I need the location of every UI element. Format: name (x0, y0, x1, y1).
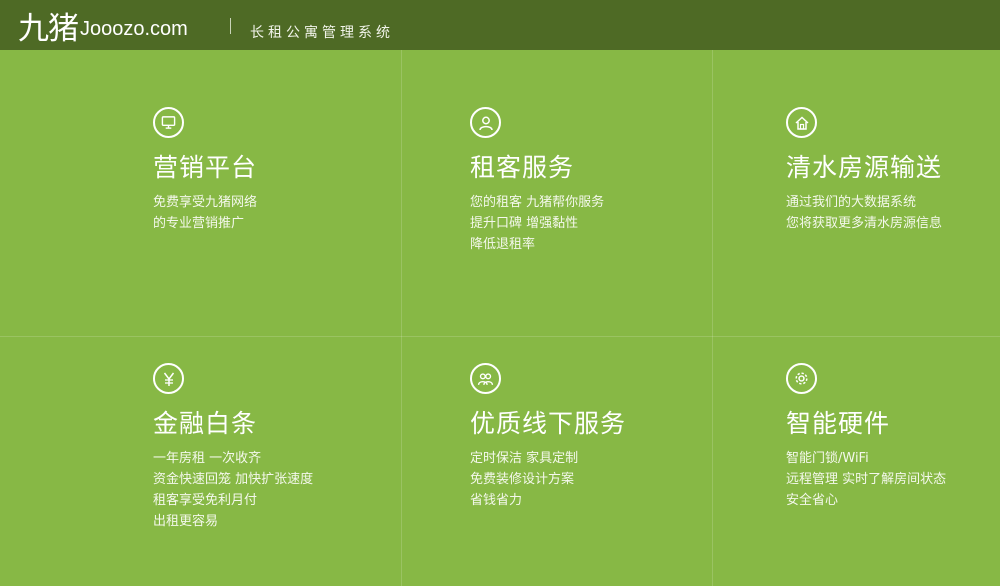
feature-line: 省钱省力 (470, 493, 523, 508)
gear-icon (786, 363, 817, 394)
brand-logo[interactable]: 九猪 Jooozo.com (18, 0, 188, 50)
feature-line: 安全省心 (786, 493, 839, 508)
feature-line: 一年房租 一次收齐 (153, 451, 262, 466)
feature-title: 租客服务 (470, 153, 575, 182)
feature-card-property-supply: 清水房源输送 通过我们的大数据系统 您将获取更多清水房源信息 (786, 107, 942, 234)
feature-description: 智能门锁/WiFi 远程管理 实时了解房间状态 安全省心 (786, 448, 946, 511)
feature-line: 出租更容易 (153, 514, 219, 529)
yen-icon (153, 363, 184, 394)
feature-title: 金融白条 (153, 409, 258, 438)
feature-line: 提升口碑 增强黏性 (470, 216, 579, 231)
grid-divider (712, 50, 713, 586)
feature-card-tenant-service: 租客服务 您的租客 九猪帮你服务 提升口碑 增强黏性 降低退租率 (470, 107, 604, 255)
grid-divider (401, 50, 402, 586)
user-icon (470, 107, 501, 138)
logo-chinese-text: 九猪 (18, 10, 79, 47)
system-subtitle: 长租公寓管理系统 (250, 25, 394, 41)
feature-line: 降低退租率 (470, 237, 536, 252)
feature-title: 清水房源输送 (786, 153, 943, 182)
grid-divider (0, 336, 1000, 337)
feature-line: 远程管理 实时了解房间状态 (786, 472, 947, 487)
feature-description: 您的租客 九猪帮你服务 提升口碑 增强黏性 降低退租率 (470, 192, 604, 255)
feature-line: 通过我们的大数据系统 (786, 195, 917, 210)
feature-line: 您将获取更多清水房源信息 (786, 216, 943, 231)
house-icon (786, 107, 817, 138)
feature-line: 定时保洁 家具定制 (470, 451, 579, 466)
feature-line: 租客享受免利月付 (153, 493, 258, 508)
feature-card-offline-service: 优质线下服务 定时保洁 家具定制 免费装修设计方案 省钱省力 (470, 363, 626, 511)
header-divider (230, 18, 231, 34)
logo-domain-text: Jooozo.com (80, 17, 188, 40)
top-header: 九猪 Jooozo.com 长租公寓管理系统 (0, 0, 1000, 50)
people-icon (470, 363, 501, 394)
feature-line: 您的租客 九猪帮你服务 (470, 195, 605, 210)
feature-title: 营销平台 (153, 153, 258, 182)
feature-card-marketing: 营销平台 免费享受九猪网络 的专业营销推广 (153, 107, 257, 234)
feature-card-smart-hardware: 智能硬件 智能门锁/WiFi 远程管理 实时了解房间状态 安全省心 (786, 363, 946, 511)
feature-line: 免费装修设计方案 (470, 472, 575, 487)
feature-grid: 营销平台 免费享受九猪网络 的专业营销推广 租客服务 您的租客 九猪帮你服务 提… (0, 50, 1000, 586)
feature-line: 智能门锁/WiFi (786, 451, 869, 466)
feature-title: 智能硬件 (786, 409, 891, 438)
feature-description: 通过我们的大数据系统 您将获取更多清水房源信息 (786, 192, 942, 234)
feature-title: 优质线下服务 (470, 409, 627, 438)
feature-description: 定时保洁 家具定制 免费装修设计方案 省钱省力 (470, 448, 626, 511)
feature-description: 一年房租 一次收齐 资金快速回笼 加快扩张速度 租客享受免利月付 出租更容易 (153, 448, 313, 532)
monitor-icon (153, 107, 184, 138)
feature-line: 资金快速回笼 加快扩张速度 (153, 472, 314, 487)
feature-card-finance: 金融白条 一年房租 一次收齐 资金快速回笼 加快扩张速度 租客享受免利月付 出租… (153, 363, 313, 532)
feature-line: 的专业营销推广 (153, 216, 245, 231)
feature-line: 免费享受九猪网络 (153, 195, 258, 210)
feature-description: 免费享受九猪网络 的专业营销推广 (153, 192, 257, 234)
